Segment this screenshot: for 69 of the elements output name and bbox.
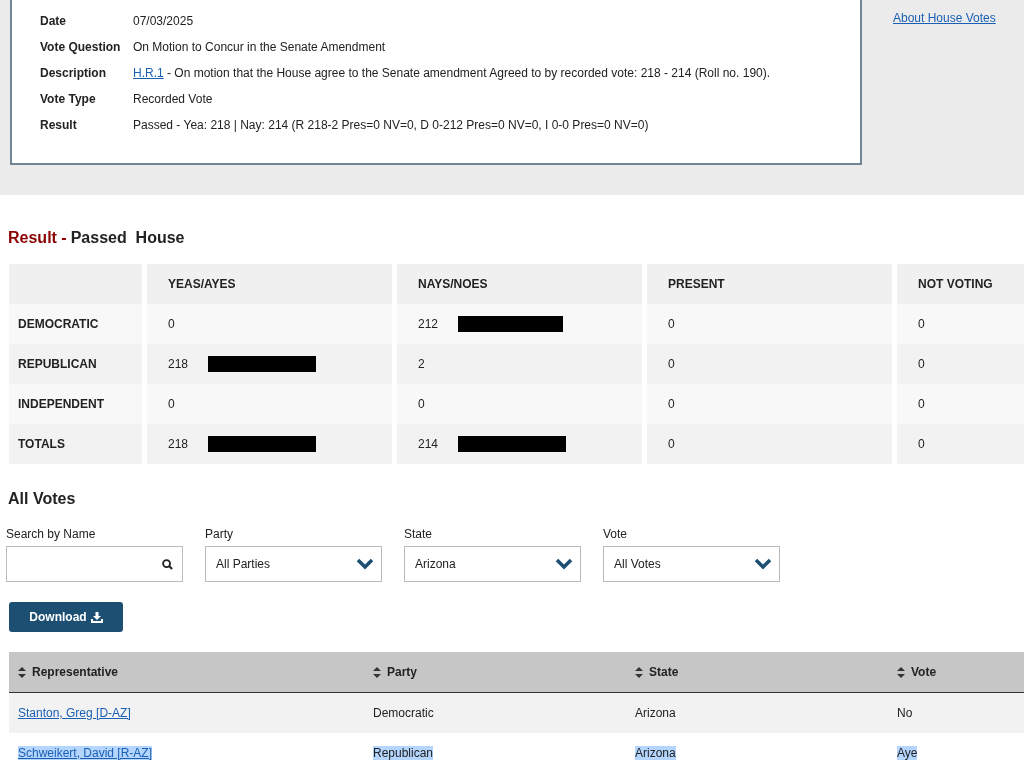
select-field[interactable]: All Votes [603, 546, 780, 582]
sidebar-link[interactable]: About House Votes [893, 9, 996, 27]
result-label: Result - [8, 228, 67, 248]
sort-icon [897, 666, 905, 678]
table-cell: Democratic [373, 706, 434, 720]
detail-value: Passed - Yea: 218 | Nay: 214 (R 218-2 Pres=0 NV=0, D 0-212 Pres=0 NV=0, I 0-0 Pres=0 NV=0) [133, 117, 649, 134]
search-icon [162, 558, 173, 570]
table-cell: Republican [373, 746, 434, 760]
download-icon [90, 611, 103, 623]
table-cell-text: 0 [918, 356, 926, 373]
chevron-down-icon [555, 558, 573, 570]
party-cell: INDEPENDENT [9, 384, 142, 424]
sort-icon [18, 666, 26, 678]
table-cell-text: 2 [418, 356, 426, 373]
detail-label: Date [40, 13, 67, 30]
detail-label: Description [40, 65, 107, 82]
filter-label: Search by Name [6, 526, 97, 543]
detail-label: Vote Type [40, 91, 97, 108]
detail-value: 07/03/2025 [133, 13, 194, 30]
section-title: All Votes [7, 489, 77, 509]
column-header: NAYS/NOES [397, 264, 642, 304]
detail-value: On Motion to Concur in the Senate Amendment [133, 39, 386, 56]
column-header: YEAS/AYES [147, 264, 392, 304]
column-header: PRESENT [647, 264, 892, 304]
filter-label: Vote [603, 526, 629, 543]
bill-link[interactable]: H.R.1 [133, 64, 164, 82]
representative-link[interactable]: Schweikert, David [R-AZ] [18, 746, 153, 760]
detail-value: - On motion that the House agree to the Senate amendment Agreed to by recorded vote: 218 - 214 (Roll no. 190). [166, 65, 771, 82]
result-value: Passed House [70, 228, 185, 248]
column-header[interactable]: Vote [911, 663, 937, 681]
table-cell: No [897, 706, 913, 720]
table-cell-text: 212 [418, 316, 440, 333]
table-cell-text: 0 [168, 396, 176, 413]
table-cell-text: 0 [168, 316, 176, 333]
filter-label: State [404, 526, 434, 543]
chevron-down-icon [356, 558, 374, 570]
party-cell: TOTALS [9, 424, 142, 464]
party-cell: REPUBLICAN [9, 344, 142, 384]
table-cell-text: 0 [668, 396, 676, 413]
detail-value: Recorded Vote [133, 91, 213, 108]
column-header[interactable]: Party [387, 663, 418, 681]
chevron-down-icon [754, 558, 772, 570]
representative-link[interactable]: Stanton, Greg [D-AZ] [18, 706, 131, 720]
table-cell-text: 218 [168, 436, 190, 453]
detail-label: Result [40, 117, 78, 134]
table-cell-text: 0 [918, 316, 926, 333]
select-field[interactable]: Arizona [404, 546, 581, 582]
table-cell-text: 0 [668, 436, 676, 453]
table-cell-text: 214 [418, 436, 440, 453]
table-cell: Arizona [635, 706, 676, 720]
table-cell-text: 0 [418, 396, 426, 413]
column-header: NOT VOTING [897, 264, 1024, 304]
column-header[interactable]: State [649, 663, 679, 681]
download-button[interactable]: Download [9, 602, 123, 632]
table-cell-text: 0 [668, 316, 676, 333]
party-cell: DEMOCRATIC [9, 304, 142, 344]
table-cell-text: 218 [168, 356, 190, 373]
select-field[interactable]: All Parties [205, 546, 382, 582]
table-cell-text: 0 [668, 356, 676, 373]
detail-label: Vote Question [40, 39, 122, 56]
search-field[interactable] [6, 546, 183, 582]
table-cell-text: 0 [918, 436, 926, 453]
table-cell: Arizona [635, 746, 676, 760]
column-header[interactable]: Representative [32, 663, 119, 681]
sort-icon [635, 666, 643, 678]
filter-label: Party [205, 526, 234, 543]
table-cell: Aye [897, 746, 918, 760]
sort-icon [373, 666, 381, 678]
table-cell-text: 0 [918, 396, 926, 413]
